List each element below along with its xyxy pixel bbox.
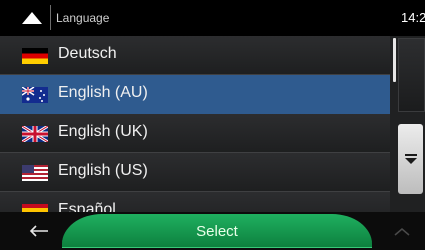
- title-divider: [50, 5, 51, 30]
- language-label: English (UK): [58, 123, 148, 140]
- language-item-english-us[interactable]: English (US): [0, 153, 390, 192]
- language-item-deutsch[interactable]: Deutsch: [0, 36, 390, 75]
- chevron-up-icon: [394, 227, 410, 236]
- up-triangle-icon: [22, 12, 42, 24]
- back-arrow-icon: [29, 225, 48, 237]
- scroll-up-area[interactable]: [398, 38, 425, 112]
- scroll-thumb[interactable]: [393, 38, 396, 82]
- language-item-espanol[interactable]: Español: [0, 192, 390, 212]
- flag-us-icon: [22, 165, 48, 181]
- language-item-english-uk[interactable]: English (UK): [0, 114, 390, 153]
- page-title: Language: [56, 11, 110, 25]
- language-label: Español: [58, 201, 116, 212]
- back-button[interactable]: [22, 221, 56, 241]
- flag-au-icon: [22, 87, 48, 103]
- language-list: Deutsch English (AU) English (UK) Englis…: [0, 36, 390, 212]
- scroll-down-icon: [404, 154, 417, 164]
- bottom-bar: Select: [0, 212, 425, 250]
- language-item-english-au[interactable]: English (AU): [0, 75, 390, 114]
- collapse-button[interactable]: [392, 224, 412, 238]
- flag-de-icon: [22, 48, 48, 64]
- scrollbar[interactable]: [390, 36, 425, 212]
- clock: 14:23: [401, 10, 425, 25]
- flag-es-icon: [22, 204, 48, 212]
- language-label: English (US): [58, 162, 148, 179]
- title-bar: Language 14:23: [0, 0, 425, 35]
- navigate-up-button[interactable]: [18, 7, 46, 29]
- flag-uk-icon: [22, 126, 48, 142]
- language-label: Deutsch: [58, 45, 117, 62]
- select-button[interactable]: Select: [62, 214, 372, 248]
- language-label: English (AU): [58, 84, 148, 101]
- scroll-down-button[interactable]: [398, 124, 423, 194]
